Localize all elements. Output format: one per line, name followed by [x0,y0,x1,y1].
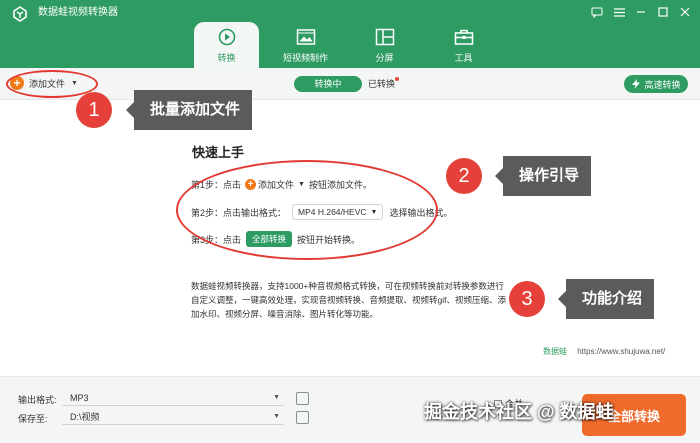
tab-converted[interactable]: 已转换 [368,76,395,92]
annotation-callout-1: 批量添加文件 [125,90,253,130]
feature-intro: 数据蛙视频转换器，支持1000+种音视频格式转换，可在视频转换前对转换参数进行自… [191,281,506,319]
chevron-down-icon: ▼ [273,394,280,401]
menu-icon[interactable] [610,4,628,20]
feedback-icon[interactable] [588,4,606,20]
window-controls [588,4,694,20]
lightning-icon [632,79,641,89]
annotation-number-2: 2 [446,158,482,194]
toolbox-icon [454,29,473,45]
tab-split-screen-label: 分屏 [375,53,394,63]
output-format-select[interactable]: MP3 ▼ [62,391,284,406]
output-format-label: 输出格式: [18,395,57,405]
output-format-selected: MP3 [70,393,89,403]
fast-convert-label: 高速转换 [644,79,681,90]
annotation-callout-2: 操作引导 [494,156,592,196]
tab-tools-label: 工具 [454,53,473,63]
save-to-label: 保存至: [18,414,48,424]
annotation-number-3: 3 [509,281,545,317]
minimize-icon[interactable] [632,4,650,20]
folder-icon[interactable] [296,411,309,424]
brand-row: 数据蛙 https://www.shujuwa.net/ [543,346,665,357]
main-tabs: 转换 短视频制作 分屏 工具 [194,22,510,68]
brand-logo: 数据蛙 [543,347,567,356]
split-screen-icon [375,28,394,46]
close-icon[interactable] [676,4,694,20]
tab-converting[interactable]: 转换中 [294,76,362,92]
annotation-number-1: 1 [76,92,112,128]
save-path-value: D:\视频 [70,412,100,422]
tab-short-video-label: 短视频制作 [282,53,328,63]
tab-split-screen[interactable]: 分屏 [352,22,417,68]
annotation-callout-3: 功能介绍 [557,279,655,319]
watermark: 掘金技术社区 @ 数据蛙 [424,402,614,422]
app-title: 数据蛙视频转换器 [38,7,118,18]
tab-convert-label: 转换 [217,53,236,63]
tab-convert[interactable]: 转换 [194,22,259,68]
convert-icon [218,28,235,46]
app-logo-icon [13,6,27,22]
guide-title: 快速上手 [192,145,245,160]
notification-dot [395,77,399,81]
website-link[interactable]: https://www.shujuwa.net/ [577,347,665,356]
fast-convert-button[interactable]: 高速转换 [624,75,688,93]
tab-tools[interactable]: 工具 [431,22,496,68]
save-path-select[interactable]: D:\视频 ▼ [62,410,284,425]
title-bar: 数据蛙视频转换器 转换 短视频制作 分屏 工具 [0,0,700,68]
image-frame-icon [296,29,315,45]
format-settings-icon[interactable] [296,392,309,405]
tab-short-video[interactable]: 短视频制作 [273,22,338,68]
chevron-down-icon: ▼ [273,413,280,420]
maximize-icon[interactable] [654,4,672,20]
annotation-oval-guide [176,160,438,260]
